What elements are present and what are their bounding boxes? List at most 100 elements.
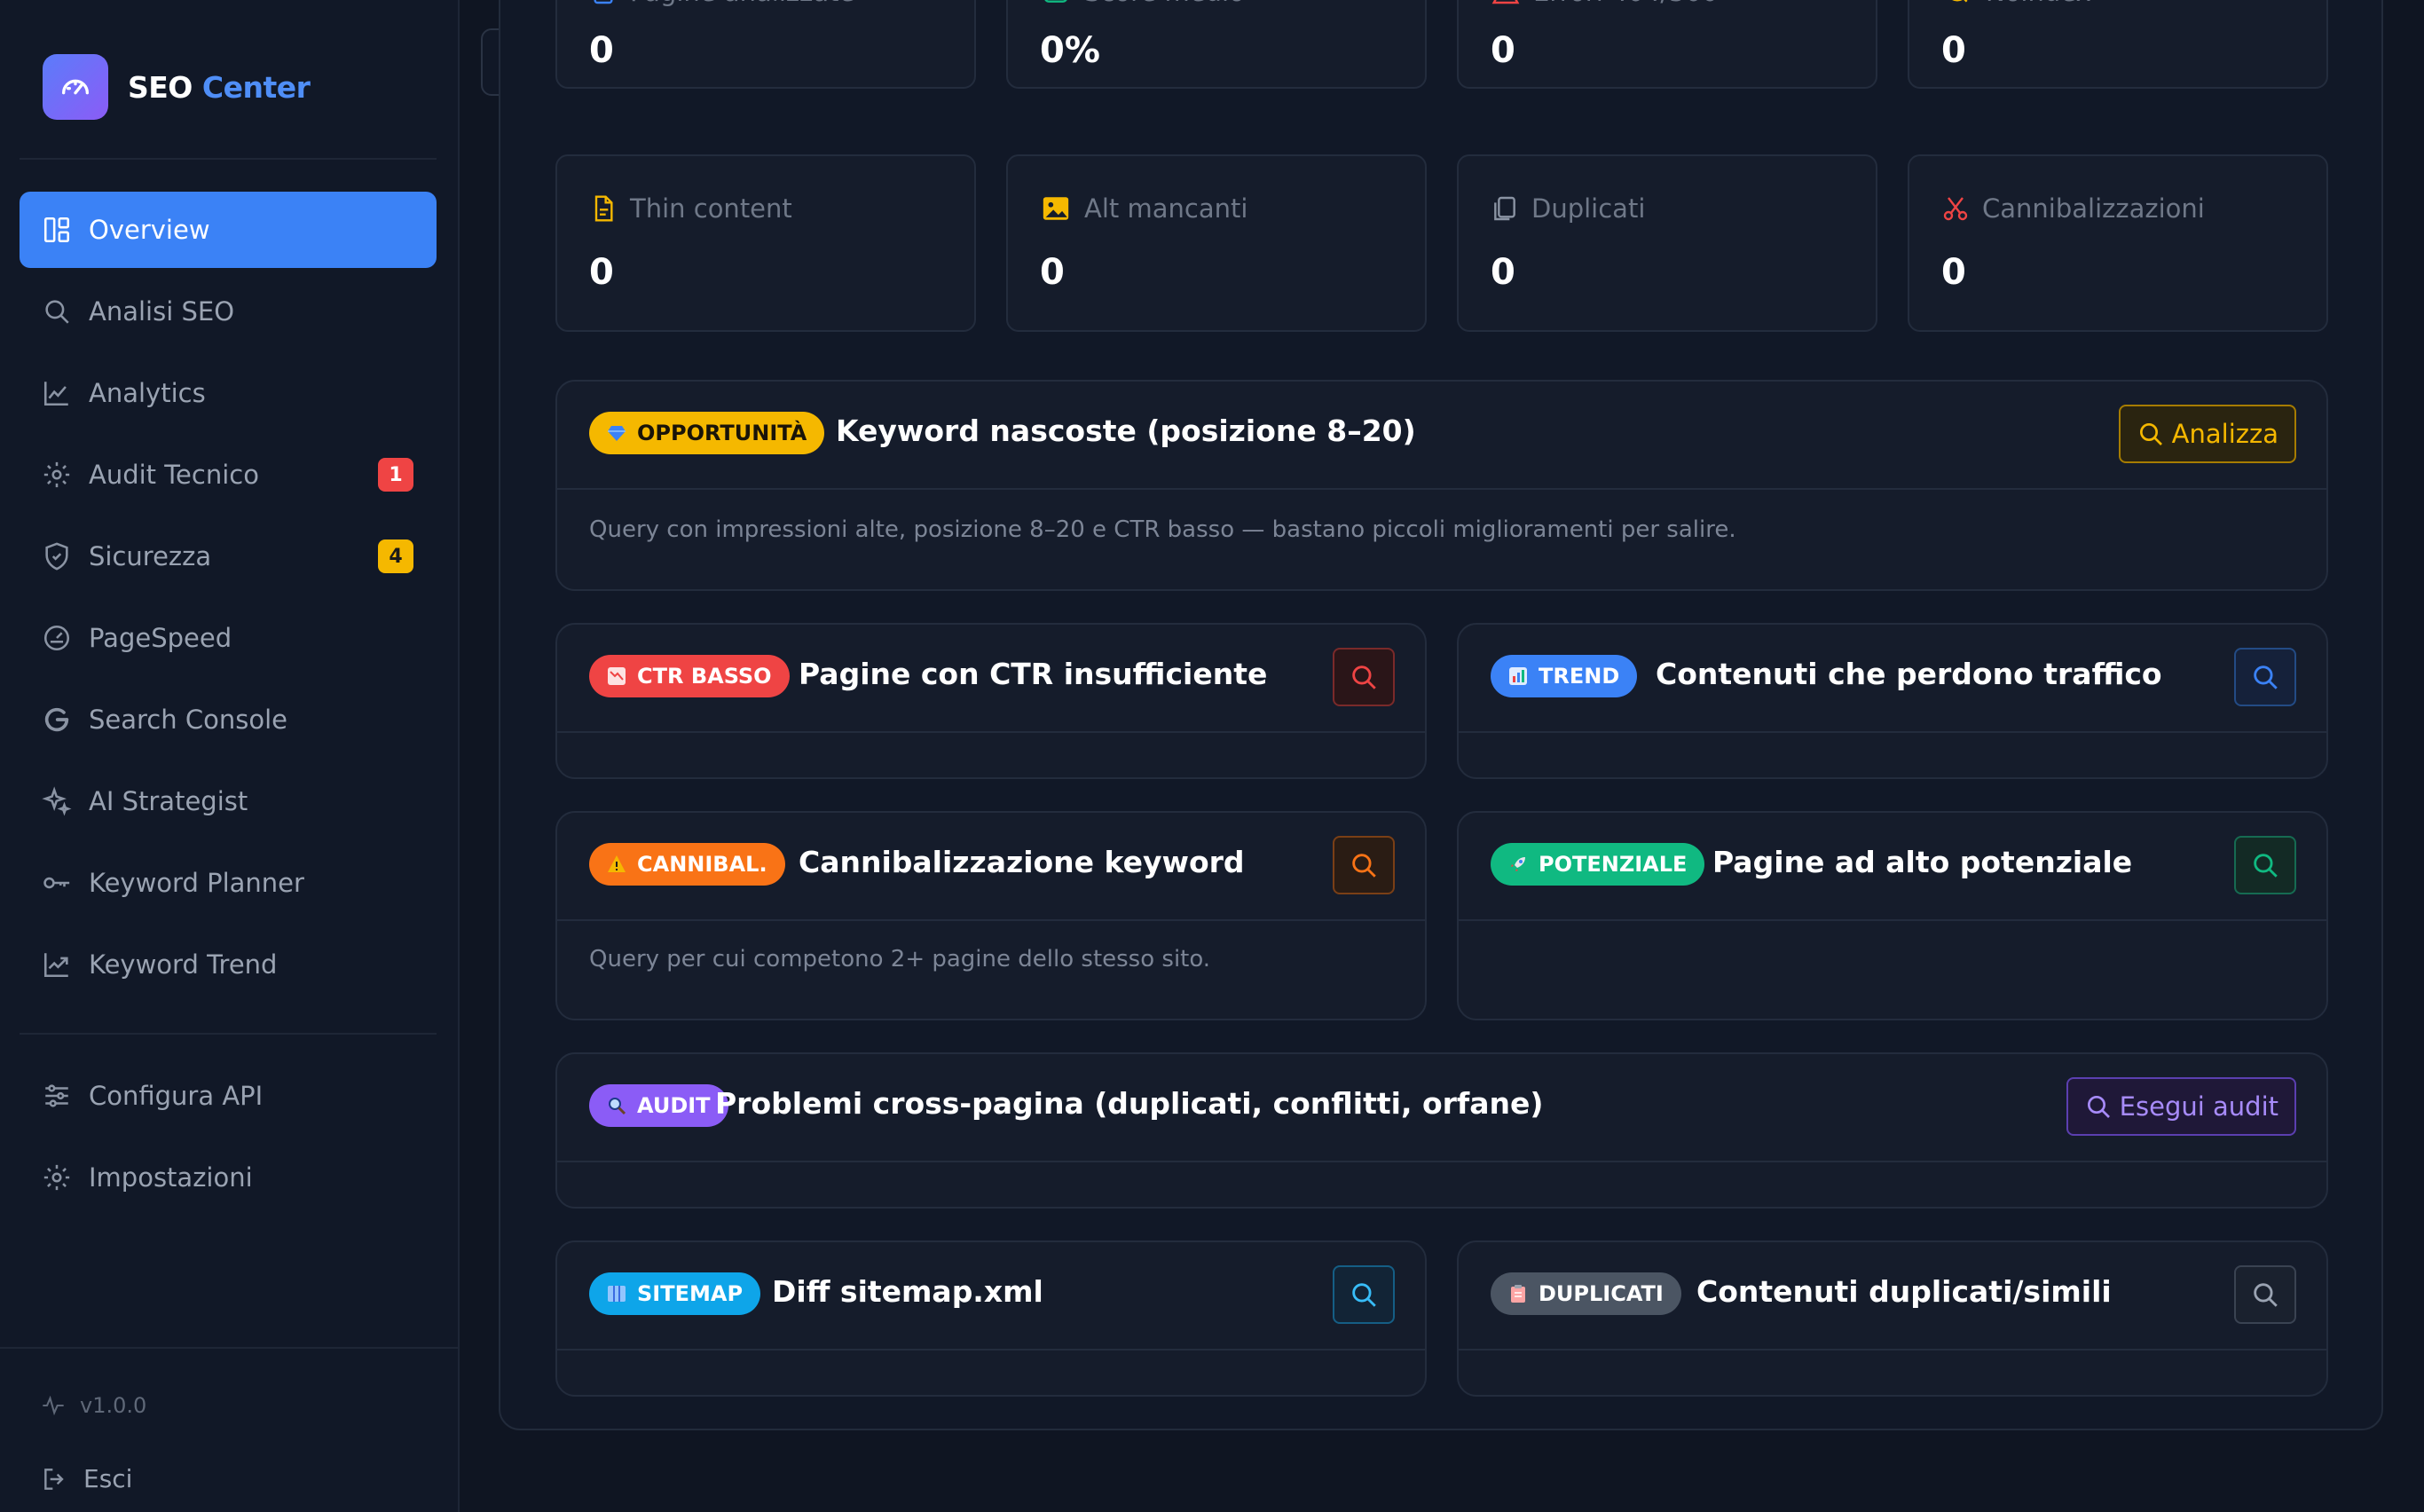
stat-value: 0%	[1040, 30, 1100, 71]
sidebar-item-ai-strategist[interactable]: AI Strategist	[20, 763, 437, 839]
sitemap-search-button[interactable]	[1333, 1265, 1395, 1324]
copy-icon	[1491, 193, 1519, 224]
chart-down-icon	[605, 665, 628, 688]
scissors-icon	[1941, 193, 1970, 224]
sidebar-item-label: Search Console	[89, 705, 287, 735]
main-panel: Pagine analizzate 0 Score medio 0% Error…	[499, 0, 2383, 1430]
tag-audit: AUDIT	[589, 1084, 728, 1127]
stat-label: Errori 404/500	[1491, 0, 1718, 7]
brand-name: SEO Center	[128, 69, 311, 105]
stat-label: Cannibalizzazioni	[1941, 193, 2205, 224]
card-header: CANNIBAL. Cannibalizzazione keyword	[557, 813, 1425, 921]
card-cannibal: CANNIBAL. Cannibalizzazione keyword Quer…	[555, 811, 1427, 1020]
sidebar-item-label: AI Strategist	[89, 786, 248, 816]
document-icon	[589, 193, 618, 224]
line-chart-icon	[41, 377, 73, 409]
sidebar-item-search-console[interactable]: Search Console	[20, 681, 437, 758]
tag-ctr-basso: CTR BASSO	[589, 655, 790, 697]
sidebar: SEO Center Overview Analisi SEO Analytic…	[0, 0, 460, 1512]
tag-cannibal: CANNIBAL.	[589, 843, 785, 886]
card-sitemap: SITEMAP Diff sitemap.xml	[555, 1240, 1427, 1397]
activity-icon	[41, 1393, 66, 1418]
stat-card-alt-mancanti: Alt mancanti 0	[1006, 154, 1427, 332]
card-title: Contenuti duplicati/simili	[1696, 1274, 2112, 1309]
magnifier-icon	[605, 1094, 628, 1117]
card-header: DUPLICATI Contenuti duplicati/simili	[1459, 1242, 2326, 1351]
card-header: TREND Contenuti che perdono traffico	[1459, 625, 2326, 733]
stat-label: Alt mancanti	[1040, 193, 1247, 224]
sidebar-item-keyword-trend[interactable]: Keyword Trend	[20, 926, 437, 1003]
bar-chart-icon	[1507, 665, 1530, 688]
sidebar-item-sicurezza[interactable]: Sicurezza 4	[20, 518, 437, 595]
tag-opportunita: OPPORTUNITÀ	[589, 412, 825, 454]
card-title: Pagine ad alto potenziale	[1712, 845, 2133, 879]
card-trend: TREND Contenuti che perdono traffico	[1457, 623, 2328, 779]
file-icon	[589, 0, 618, 6]
search-icon	[2250, 850, 2280, 880]
sidebar-item-label: Analisi SEO	[89, 296, 235, 327]
tag-trend: TREND	[1491, 655, 1638, 697]
card-opportunita: OPPORTUNITÀ Keyword nascoste (posizione …	[555, 380, 2328, 591]
gauge-icon	[41, 622, 73, 654]
gear-icon	[41, 1162, 73, 1193]
eye-off-icon	[1941, 0, 1973, 6]
sidebar-footer: v1.0.0 Esci	[0, 1347, 458, 1512]
esegui-audit-button[interactable]: Esegui audit	[2066, 1077, 2296, 1136]
app-version: v1.0.0	[41, 1393, 146, 1418]
card-description: Query per cui competono 2+ pagine dello …	[589, 946, 1211, 973]
card-header: POTENZIALE Pagine ad alto potenziale	[1459, 813, 2326, 921]
card-header: CTR BASSO Pagine con CTR insufficiente	[557, 625, 1425, 733]
sidebar-item-label: Audit Tecnico	[89, 460, 259, 490]
tag-potenziale: POTENZIALE	[1491, 843, 1705, 886]
card-audit: AUDIT Problemi cross-pagina (duplicati, …	[555, 1052, 2328, 1209]
stat-label: Score medio	[1040, 0, 1245, 7]
sidebar-item-audit-tecnico[interactable]: Audit Tecnico 1	[20, 437, 437, 513]
notification-badge: 1	[378, 458, 413, 492]
trend-icon	[41, 949, 73, 980]
brand[interactable]: SEO Center	[43, 53, 311, 121]
stat-label: Thin content	[589, 193, 792, 224]
sidebar-item-pagespeed[interactable]: PageSpeed	[20, 600, 437, 676]
stat-card-noindex: Noindex 0	[1908, 0, 2328, 89]
card-title: Contenuti che perdono traffico	[1656, 657, 2162, 691]
image-icon	[1040, 193, 1072, 224]
sidebar-item-label: Keyword Trend	[89, 949, 278, 980]
ctr-search-button[interactable]	[1333, 648, 1395, 706]
divider	[20, 158, 437, 160]
clipboard-icon	[1507, 1282, 1530, 1305]
trend-search-button[interactable]	[2234, 648, 2296, 706]
sidebar-item-analytics[interactable]: Analytics	[20, 355, 437, 431]
duplicati-search-button[interactable]	[2234, 1265, 2296, 1324]
logout-button[interactable]: Esci	[41, 1464, 132, 1493]
stat-card-score: Score medio 0%	[1006, 0, 1427, 89]
secondary-nav: Configura API Impostazioni	[20, 1058, 437, 1221]
stat-value: 0	[1941, 252, 1966, 293]
sidebar-item-configura-api[interactable]: Configura API	[20, 1058, 437, 1134]
card-duplicati: DUPLICATI Contenuti duplicati/simili	[1457, 1240, 2328, 1397]
potenziale-search-button[interactable]	[2234, 836, 2296, 894]
layout-icon	[41, 214, 73, 246]
main-nav: Overview Analisi SEO Analytics Audit Tec…	[20, 192, 437, 1008]
card-title: Pagine con CTR insufficiente	[799, 657, 1268, 691]
cannibal-search-button[interactable]	[1333, 836, 1395, 894]
notification-badge: 4	[378, 539, 413, 573]
sidebar-item-keyword-planner[interactable]: Keyword Planner	[20, 845, 437, 921]
gear-icon	[41, 459, 73, 491]
gauge-icon	[1040, 0, 1072, 6]
card-title: Cannibalizzazione keyword	[799, 845, 1245, 879]
sidebar-item-label: Sicurezza	[89, 541, 212, 571]
sidebar-item-label: Overview	[89, 215, 210, 245]
stat-card-pagine: Pagine analizzate 0	[555, 0, 976, 89]
analizza-button[interactable]: Analizza	[2118, 405, 2296, 463]
sidebar-item-label: Configura API	[89, 1081, 264, 1111]
search-icon	[2137, 420, 2165, 448]
sidebar-item-analisi-seo[interactable]: Analisi SEO	[20, 273, 437, 350]
sidebar-item-overview[interactable]: Overview	[20, 192, 437, 268]
sidebar-item-impostazioni[interactable]: Impostazioni	[20, 1139, 437, 1216]
rocket-icon	[1507, 853, 1530, 876]
shield-icon	[41, 540, 73, 572]
stat-value: 0	[1491, 252, 1515, 293]
stat-value: 0	[1941, 30, 1966, 71]
warning-icon	[605, 853, 628, 876]
sparkles-icon	[41, 785, 73, 817]
